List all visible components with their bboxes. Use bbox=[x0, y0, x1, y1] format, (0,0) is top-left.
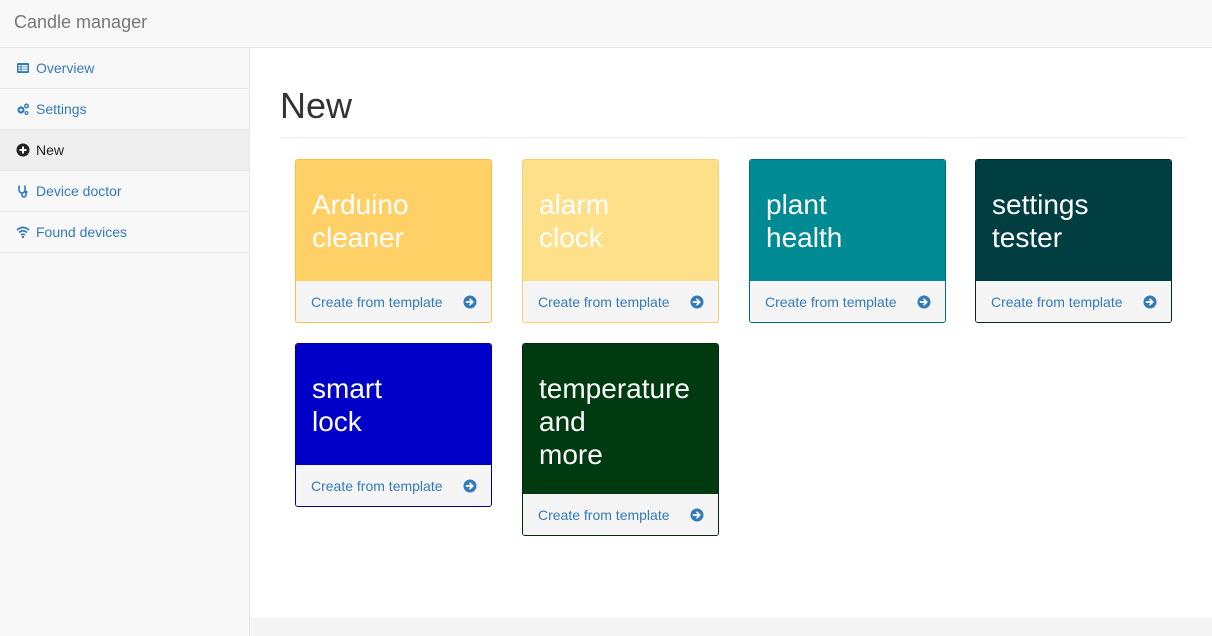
top-navbar: Candle manager bbox=[0, 0, 1212, 48]
card-title-line: and bbox=[539, 406, 586, 437]
create-from-template-button[interactable]: Create from template bbox=[296, 281, 491, 322]
create-from-template-button[interactable]: Create from template bbox=[296, 465, 491, 506]
create-from-template-button[interactable]: Create from template bbox=[523, 494, 718, 535]
card-header: temperature and more bbox=[523, 344, 718, 494]
sidebar-item-device-doctor[interactable]: Device doctor bbox=[0, 171, 249, 212]
card-title-line: tester bbox=[992, 222, 1063, 253]
template-card-alarm-clock: alarm clock Create from template bbox=[522, 159, 719, 323]
sidebar-item-label: Found devices bbox=[36, 224, 128, 240]
arrow-circle-right-icon bbox=[463, 295, 477, 309]
sidebar-item-found-devices[interactable]: Found devices bbox=[0, 212, 249, 253]
sidebar: Overview Settings New Device doctor Foun… bbox=[0, 48, 250, 636]
card-title-line: settings bbox=[992, 189, 1089, 220]
page-title: New bbox=[280, 85, 353, 126]
card-header: alarm clock bbox=[523, 160, 718, 281]
template-card-arduino-cleaner: Arduino cleaner Create from template bbox=[295, 159, 492, 323]
card-header: Arduino cleaner bbox=[296, 160, 491, 281]
arrow-circle-right-icon bbox=[690, 295, 704, 309]
card-title-line: lock bbox=[312, 406, 362, 437]
template-card-settings-tester: settings tester Create from template bbox=[975, 159, 1172, 323]
arrow-circle-right-icon bbox=[1143, 295, 1157, 309]
app-title[interactable]: Candle manager bbox=[14, 12, 147, 33]
template-card-plant-health: plant health Create from template bbox=[749, 159, 946, 323]
gears-icon bbox=[15, 101, 31, 117]
arrow-circle-right-icon bbox=[463, 479, 477, 493]
main-content: New Arduino cleaner Create from template… bbox=[250, 48, 1212, 617]
card-title-line: clock bbox=[539, 222, 603, 253]
card-title-line: cleaner bbox=[312, 222, 404, 253]
card-title-line: smart bbox=[312, 373, 382, 404]
card-action-label: Create from template bbox=[765, 293, 897, 310]
card-action-label: Create from template bbox=[538, 293, 670, 310]
stethoscope-icon bbox=[15, 183, 31, 199]
sidebar-item-label: New bbox=[36, 142, 65, 158]
arrow-circle-right-icon bbox=[690, 508, 704, 522]
list-icon bbox=[15, 60, 31, 76]
card-title-line: health bbox=[766, 222, 843, 253]
card-header: smart lock bbox=[296, 344, 491, 465]
sidebar-item-new[interactable]: New bbox=[0, 130, 249, 171]
wifi-icon bbox=[15, 224, 31, 240]
card-title-line: Arduino bbox=[312, 189, 409, 220]
template-card-smart-lock: smart lock Create from template bbox=[295, 343, 492, 507]
card-header: settings tester bbox=[976, 160, 1171, 281]
create-from-template-button[interactable]: Create from template bbox=[750, 281, 945, 322]
template-card-temperature-and-more: temperature and more Create from templat… bbox=[522, 343, 719, 536]
card-title-line: more bbox=[539, 439, 603, 470]
sidebar-item-settings[interactable]: Settings bbox=[0, 89, 249, 130]
card-title-line: temperature bbox=[539, 373, 690, 404]
card-action-label: Create from template bbox=[311, 477, 443, 494]
sidebar-item-label: Settings bbox=[36, 101, 87, 117]
create-from-template-button[interactable]: Create from template bbox=[523, 281, 718, 322]
title-divider bbox=[280, 137, 1187, 138]
card-action-label: Create from template bbox=[538, 506, 670, 523]
sidebar-item-label: Device doctor bbox=[36, 183, 122, 199]
card-header: plant health bbox=[750, 160, 945, 281]
create-from-template-button[interactable]: Create from template bbox=[976, 281, 1171, 322]
arrow-circle-right-icon bbox=[917, 295, 931, 309]
card-title-line: plant bbox=[766, 189, 827, 220]
plus-circle-icon bbox=[15, 142, 31, 158]
sidebar-item-label: Overview bbox=[36, 60, 95, 76]
card-action-label: Create from template bbox=[991, 293, 1123, 310]
card-action-label: Create from template bbox=[311, 293, 443, 310]
sidebar-item-overview[interactable]: Overview bbox=[0, 48, 249, 89]
card-title-line: alarm bbox=[539, 189, 610, 220]
